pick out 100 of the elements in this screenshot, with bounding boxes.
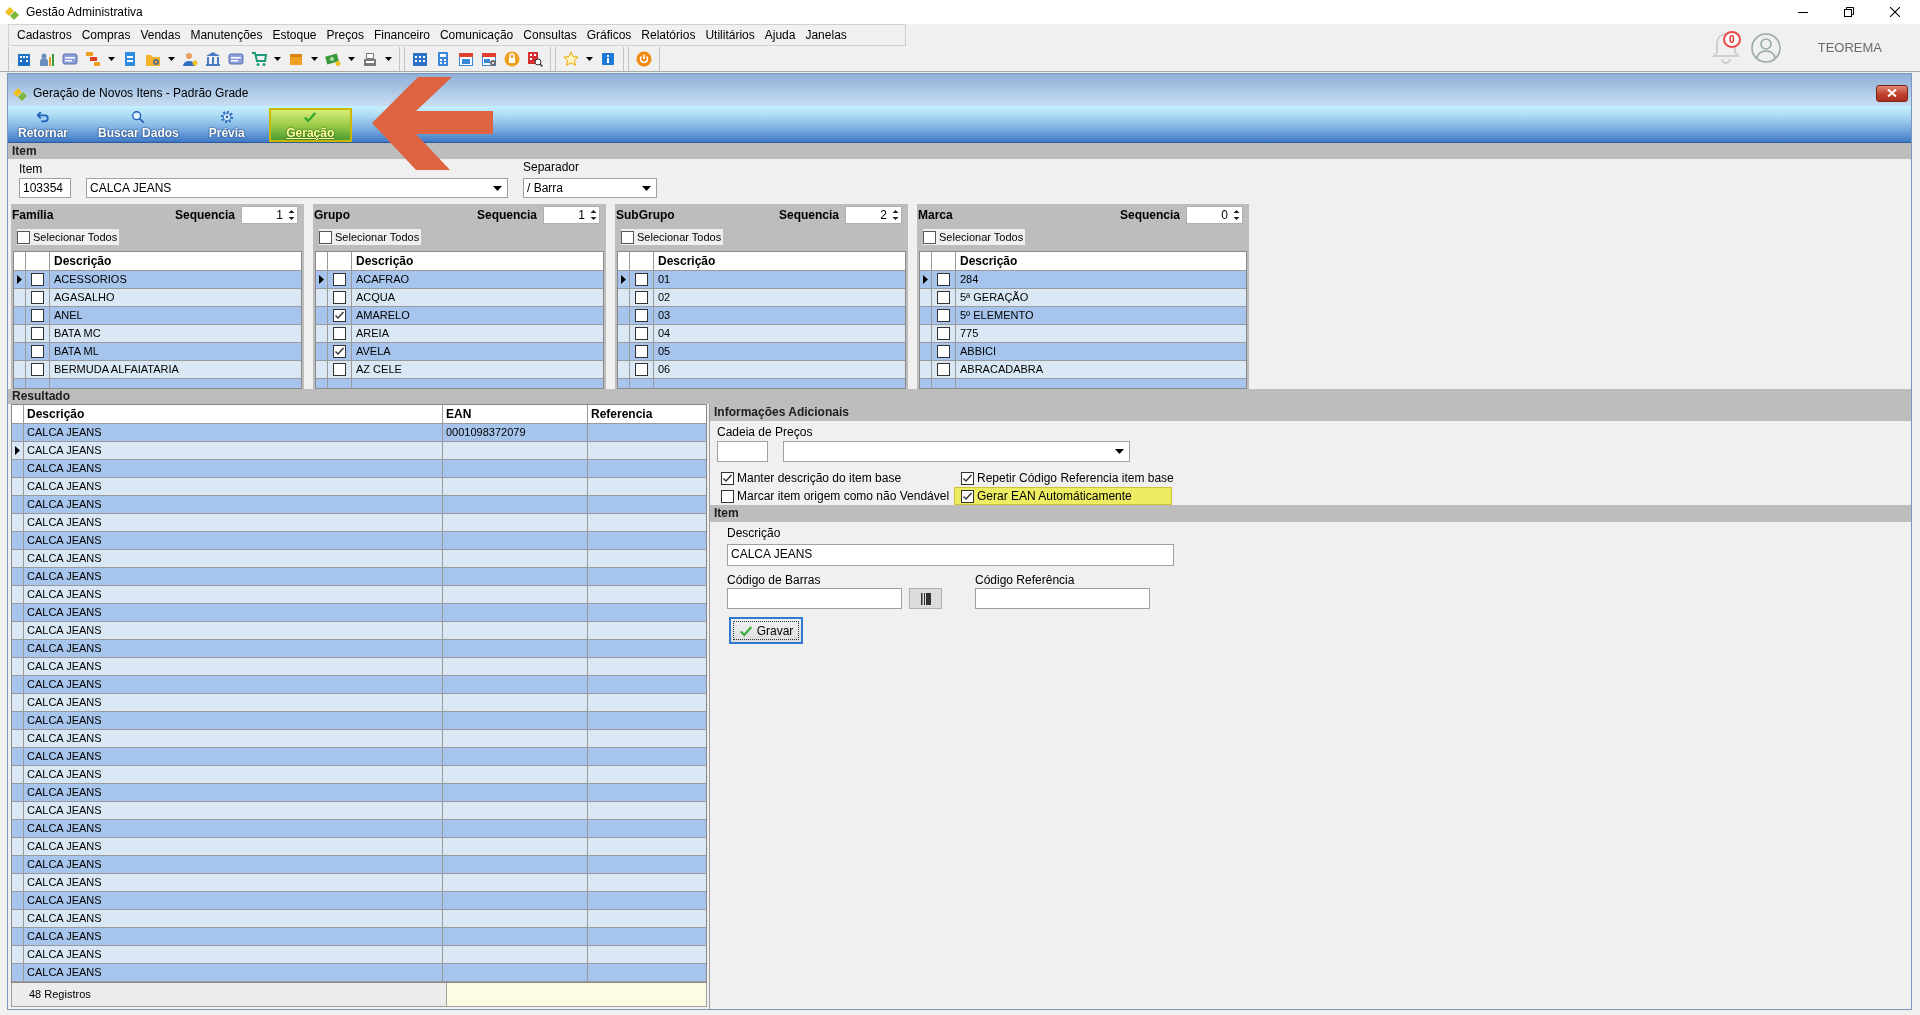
spin-box[interactable]: 2 bbox=[845, 206, 902, 224]
dropdown[interactable]: CALCA JEANS bbox=[86, 178, 508, 198]
table-row[interactable]: 02 bbox=[618, 289, 905, 307]
table-row[interactable]: CALCA JEANS bbox=[12, 460, 706, 478]
table-row[interactable]: 05 bbox=[618, 343, 905, 361]
menu-item[interactable]: Consultas bbox=[518, 28, 582, 42]
document-icon[interactable] bbox=[122, 51, 138, 67]
card-icon[interactable] bbox=[62, 51, 78, 67]
banknote-icon[interactable] bbox=[325, 51, 341, 67]
table-row[interactable]: CALCA JEANS bbox=[12, 586, 706, 604]
row-header-cell[interactable] bbox=[12, 442, 24, 459]
save-button[interactable]: Gravar bbox=[729, 617, 803, 644]
spin-box[interactable]: 1 bbox=[241, 206, 298, 224]
table-row[interactable]: CALCA JEANS bbox=[12, 604, 706, 622]
checkbox[interactable] bbox=[333, 327, 346, 340]
checkbox[interactable] bbox=[635, 363, 648, 376]
caret-icon[interactable] bbox=[311, 57, 318, 61]
input-field[interactable] bbox=[975, 588, 1150, 609]
calendar-icon[interactable] bbox=[458, 51, 474, 67]
table-row[interactable]: ACESSORIOS bbox=[14, 271, 301, 289]
checkbox[interactable] bbox=[333, 345, 346, 358]
menu-item[interactable]: Compras bbox=[76, 28, 136, 42]
table-row[interactable]: BATA MC bbox=[14, 325, 301, 343]
checkbox[interactable] bbox=[635, 327, 648, 340]
table-row[interactable]: CALCA JEANS bbox=[12, 928, 706, 946]
close-icon[interactable] bbox=[1890, 7, 1900, 17]
table-row[interactable]: AVELA bbox=[316, 343, 603, 361]
table-row[interactable]: ABRACADABRA bbox=[920, 361, 1246, 379]
table-row[interactable]: 03 bbox=[618, 307, 905, 325]
spin-box[interactable]: 1 bbox=[543, 206, 600, 224]
table-row[interactable]: AMARELO bbox=[316, 307, 603, 325]
spin-box[interactable]: 0 bbox=[1186, 206, 1243, 224]
table-row[interactable]: CALCA JEANS bbox=[12, 838, 706, 856]
spin-arrows-icon[interactable] bbox=[891, 208, 900, 222]
checkbox[interactable] bbox=[333, 273, 346, 286]
checkbox[interactable] bbox=[17, 230, 30, 244]
power-icon[interactable] bbox=[636, 51, 652, 67]
checkbox[interactable] bbox=[31, 363, 44, 376]
checkbox[interactable] bbox=[333, 363, 346, 376]
table-row[interactable]: CALCA JEANS bbox=[12, 730, 706, 748]
table-row[interactable]: 775 bbox=[920, 325, 1246, 343]
table-row[interactable]: BERMUDA ALFAIATARIA bbox=[14, 361, 301, 379]
hierarchy-icon[interactable] bbox=[85, 51, 101, 67]
table-row[interactable]: CALCA JEANS bbox=[12, 658, 706, 676]
menu-item[interactable]: Utilitários bbox=[700, 28, 760, 42]
checkbox[interactable] bbox=[319, 230, 332, 244]
table-row[interactable]: CALCA JEANS bbox=[12, 694, 706, 712]
table-search-icon[interactable] bbox=[527, 51, 543, 67]
caret-icon[interactable] bbox=[348, 57, 355, 61]
checkbox[interactable] bbox=[937, 309, 950, 322]
table-row[interactable]: 284 bbox=[920, 271, 1246, 289]
table-row[interactable]: ABBICI bbox=[920, 343, 1246, 361]
input-field[interactable]: 103354 bbox=[19, 178, 71, 198]
info-icon[interactable] bbox=[600, 51, 616, 67]
bank-icon[interactable] bbox=[205, 51, 221, 67]
menu-item[interactable]: Cadastros bbox=[12, 28, 77, 42]
menu-item[interactable]: Ajuda bbox=[759, 28, 801, 42]
table-row[interactable]: BATA ML bbox=[14, 343, 301, 361]
checkbox[interactable] bbox=[937, 327, 950, 340]
table-row[interactable]: CALCA JEANS bbox=[12, 640, 706, 658]
menu-item[interactable]: Relatórios bbox=[636, 28, 701, 42]
menu-item[interactable]: Gráficos bbox=[581, 28, 637, 42]
table-row[interactable]: ACQUA bbox=[316, 289, 603, 307]
table-row[interactable]: 04 bbox=[618, 325, 905, 343]
calculator-icon[interactable] bbox=[435, 51, 451, 67]
checkbox[interactable] bbox=[31, 327, 44, 340]
caret-icon[interactable] bbox=[108, 57, 115, 61]
table-row[interactable]: CALCA JEANS bbox=[12, 874, 706, 892]
checkbox[interactable] bbox=[635, 291, 648, 304]
table-row[interactable]: CALCA JEANS bbox=[12, 802, 706, 820]
checkbox[interactable] bbox=[31, 309, 44, 322]
checkbox[interactable] bbox=[961, 471, 974, 485]
table-row[interactable]: CALCA JEANS bbox=[12, 892, 706, 910]
caret-icon[interactable] bbox=[168, 57, 175, 61]
table-row[interactable]: 06 bbox=[618, 361, 905, 379]
checkbox[interactable] bbox=[635, 309, 648, 322]
menu-item[interactable]: Comunicação bbox=[434, 28, 519, 42]
restore-icon[interactable] bbox=[1844, 7, 1854, 17]
checkbox[interactable] bbox=[635, 345, 648, 358]
avatar-icon[interactable] bbox=[1750, 32, 1781, 63]
table-row[interactable]: CALCA JEANS bbox=[12, 856, 706, 874]
table-row[interactable]: CALCA JEANS bbox=[12, 712, 706, 730]
calendar-grid-icon[interactable] bbox=[412, 51, 428, 67]
table-row[interactable]: CALCA JEANS bbox=[12, 622, 706, 640]
cash-register-icon[interactable] bbox=[362, 51, 378, 67]
spin-arrows-icon[interactable] bbox=[1232, 208, 1241, 222]
menu-item[interactable]: Financeiro bbox=[368, 28, 435, 42]
checkbox[interactable] bbox=[31, 345, 44, 358]
building-icon[interactable] bbox=[16, 51, 32, 67]
input-field[interactable] bbox=[717, 441, 768, 462]
checkbox[interactable] bbox=[937, 363, 950, 376]
menu-item[interactable]: Manutenções bbox=[185, 28, 268, 42]
table-row[interactable]: CALCA JEANS bbox=[12, 766, 706, 784]
star-icon[interactable] bbox=[563, 51, 579, 67]
checkbox[interactable] bbox=[621, 230, 634, 244]
table-row[interactable]: CALCA JEANS bbox=[12, 964, 706, 982]
table-row[interactable]: CALCA JEANS bbox=[12, 532, 706, 550]
checkbox[interactable] bbox=[937, 345, 950, 358]
checkbox[interactable] bbox=[923, 230, 936, 244]
checkbox[interactable] bbox=[721, 471, 734, 485]
